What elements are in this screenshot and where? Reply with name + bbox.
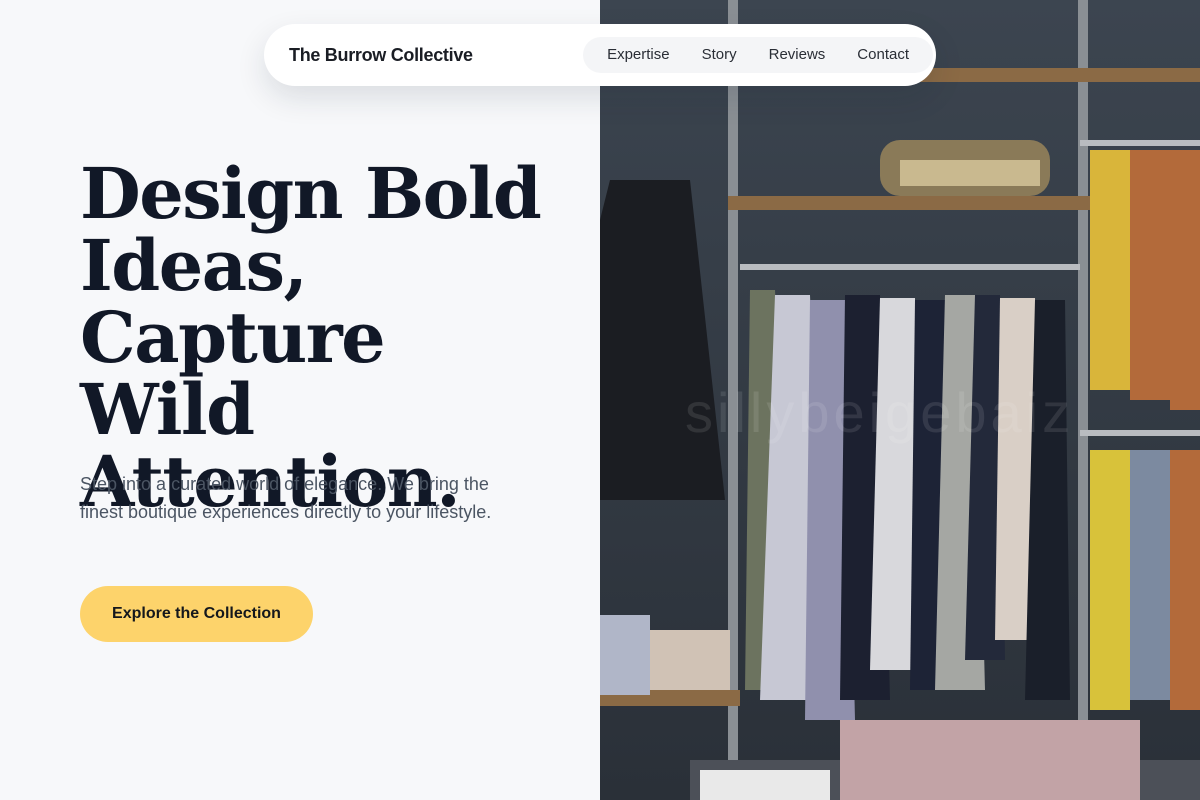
headline-line-1: Design Bold: [80, 152, 542, 235]
headline-line-2: Ideas,: [80, 224, 308, 307]
hero-left-panel: Design Bold Ideas, Capture Wild Attentio…: [0, 0, 600, 800]
hero-image: sillybeigebaiz: [600, 0, 1200, 800]
nav-link-reviews[interactable]: Reviews: [753, 37, 842, 73]
nav-links: Expertise Story Reviews Contact: [583, 37, 933, 73]
boutique-clothing-rack-photo: [600, 0, 1200, 800]
nav-link-expertise[interactable]: Expertise: [591, 37, 686, 73]
top-navbar: The Burrow Collective Expertise Story Re…: [264, 24, 936, 86]
nav-link-contact[interactable]: Contact: [841, 37, 925, 73]
nav-link-story[interactable]: Story: [686, 37, 753, 73]
hero-headline: Design Bold Ideas, Capture Wild Attentio…: [80, 158, 580, 518]
explore-collection-button[interactable]: Explore the Collection: [80, 586, 313, 642]
headline-line-3: Capture Wild: [80, 296, 386, 451]
hero-subtext: Step into a curated world of elegance. W…: [80, 474, 492, 522]
brand-name[interactable]: The Burrow Collective: [289, 45, 473, 66]
